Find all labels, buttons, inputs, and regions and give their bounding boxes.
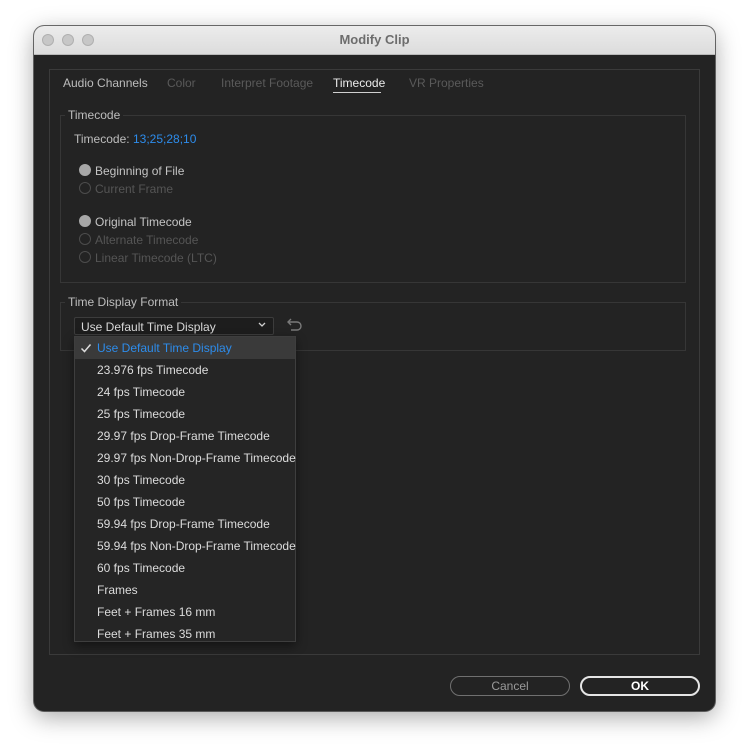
titlebar: Modify Clip: [34, 26, 715, 55]
menu-item-label: 59.94 fps Drop-Frame Timecode: [97, 517, 270, 531]
timecode-field-label: Timecode:: [74, 132, 130, 146]
ok-button[interactable]: OK: [580, 676, 700, 696]
menu-item-label: Frames: [97, 583, 138, 597]
menu-item[interactable]: 60 fps Timecode: [75, 557, 295, 579]
radio-current-frame: [79, 182, 91, 194]
menu-item-label: Feet + Frames 16 mm: [97, 605, 216, 619]
menu-item-label: 50 fps Timecode: [97, 495, 186, 509]
menu-item[interactable]: 29.97 fps Non-Drop-Frame Timecode: [75, 447, 296, 469]
menu-item[interactable]: 25 fps Timecode: [75, 403, 295, 425]
time-display-format-select[interactable]: Use Default Time Display: [74, 317, 274, 335]
menu-item-label: 25 fps Timecode: [97, 407, 186, 421]
tab-timecode[interactable]: Timecode: [333, 76, 385, 90]
radio-alternate-timecode: [79, 233, 91, 245]
menu-item-label: 29.97 fps Drop-Frame Timecode: [97, 429, 270, 443]
time-display-format-legend: Time Display Format: [65, 295, 182, 309]
menu-item-label: 59.94 fps Non-Drop-Frame Timecode: [97, 539, 296, 553]
menu-item[interactable]: 59.94 fps Non-Drop-Frame Timecode: [75, 535, 296, 557]
radio-linear-timecode-label: Linear Timecode (LTC): [95, 251, 217, 265]
menu-item[interactable]: 29.97 fps Drop-Frame Timecode: [75, 425, 295, 447]
menu-item-label: Use Default Time Display: [97, 341, 232, 355]
menu-item[interactable]: 50 fps Timecode: [75, 491, 295, 513]
cancel-button[interactable]: Cancel: [450, 676, 570, 696]
menu-item[interactable]: 59.94 fps Drop-Frame Timecode: [75, 513, 295, 535]
chevron-down-icon: [258, 322, 266, 327]
menu-item-label: 30 fps Timecode: [97, 473, 186, 487]
time-display-format-value: Use Default Time Display: [81, 320, 216, 334]
checkmark-icon: [80, 344, 92, 353]
radio-current-frame-label: Current Frame: [95, 182, 174, 196]
active-tab-indicator: [333, 92, 381, 93]
radio-linear-timecode: [79, 251, 91, 263]
menu-item[interactable]: Use Default Time Display: [75, 337, 295, 359]
menu-item[interactable]: Frames: [75, 579, 295, 601]
timecode-group-legend: Timecode: [65, 108, 124, 122]
reset-icon[interactable]: [285, 318, 303, 332]
modify-clip-dialog: Modify Clip Audio Channels Color Interpr…: [34, 26, 715, 711]
menu-item[interactable]: Feet + Frames 35 mm: [75, 623, 295, 645]
menu-item[interactable]: Feet + Frames 16 mm: [75, 601, 295, 623]
radio-original-timecode[interactable]: [79, 215, 91, 227]
time-display-format-menu: Use Default Time Display 23.976 fps Timec…: [74, 336, 296, 642]
tab-audio-channels[interactable]: Audio Channels: [63, 76, 148, 90]
menu-item-label: Feet + Frames 35 mm: [97, 627, 216, 641]
menu-item-label: 60 fps Timecode: [97, 561, 186, 575]
window-title: Modify Clip: [339, 32, 410, 47]
tab-vr-properties: VR Properties: [409, 76, 484, 90]
menu-item[interactable]: 23.976 fps Timecode: [75, 359, 295, 381]
radio-alternate-timecode-label: Alternate Timecode: [95, 233, 199, 247]
menu-item-label: 24 fps Timecode: [97, 385, 186, 399]
menu-item-label: 23.976 fps Timecode: [97, 363, 209, 377]
radio-beginning-of-file[interactable]: [79, 164, 91, 176]
tab-interpret-footage: Interpret Footage: [221, 76, 314, 90]
radio-original-timecode-label[interactable]: Original Timecode: [95, 215, 192, 229]
menu-item[interactable]: 30 fps Timecode: [75, 469, 295, 491]
tab-color: Color: [167, 76, 196, 90]
timecode-field-value[interactable]: 13;25;28;10: [133, 132, 196, 146]
menu-item[interactable]: 24 fps Timecode: [75, 381, 295, 403]
radio-beginning-of-file-label[interactable]: Beginning of File: [95, 164, 184, 178]
menu-item-label: 29.97 fps Non-Drop-Frame Timecode: [97, 451, 296, 465]
